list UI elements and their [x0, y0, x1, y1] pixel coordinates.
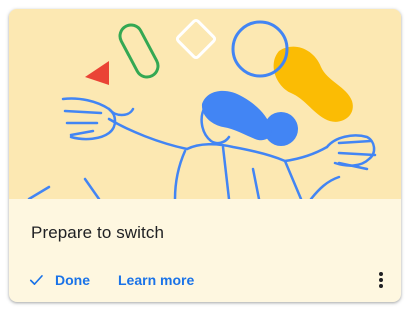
juggling-person-illustration: [9, 9, 401, 199]
learn-more-label: Learn more: [118, 272, 195, 288]
prepare-to-switch-card[interactable]: Prepare to switch Done Learn more: [9, 9, 401, 302]
card-actions: Done Learn more: [27, 269, 194, 291]
hair-shape: [201, 90, 272, 141]
more-vert-icon[interactable]: [375, 271, 387, 289]
check-icon: [29, 275, 43, 285]
red-triangle-shape: [85, 61, 109, 85]
card-title: Prepare to switch: [31, 223, 165, 242]
learn-more-link[interactable]: Learn more: [118, 272, 194, 288]
green-capsule-shape: [118, 23, 160, 79]
card-body: Prepare to switch Done Learn more: [9, 199, 401, 302]
done-button[interactable]: Done: [27, 271, 90, 289]
blue-circle-shape: [231, 20, 289, 78]
white-diamond-shape: [175, 18, 217, 60]
done-label: Done: [55, 272, 90, 288]
